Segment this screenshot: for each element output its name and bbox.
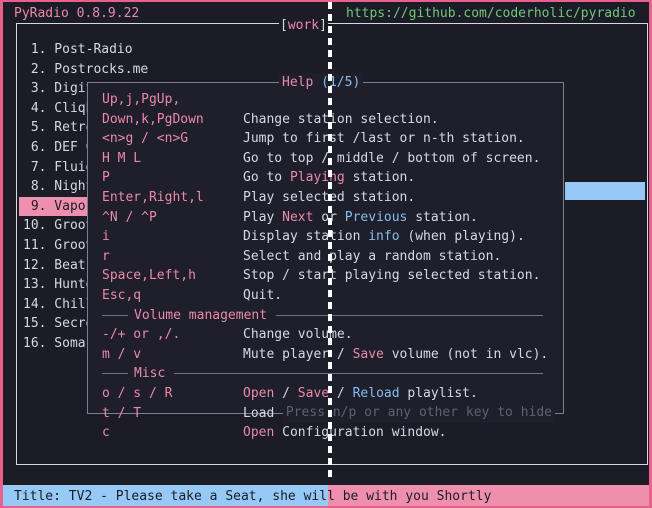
help-key: H M L xyxy=(102,150,142,166)
project-url: https://github.com/coderholic/pyradio xyxy=(346,6,636,21)
help-description: Jump to first /last or n-th station. xyxy=(243,131,525,147)
section-rule-right xyxy=(173,373,543,375)
station-row[interactable]: 2. Postrocks.me xyxy=(19,60,319,80)
help-key: o / s / R xyxy=(102,385,173,401)
help-description: Go to top / middle / bottom of screen. xyxy=(243,150,541,166)
help-key: ^N / ^P xyxy=(102,209,157,225)
help-description: Play Next or Previous station. xyxy=(243,209,478,225)
now-playing-title: Title: TV2 - Please take a Seat, she wil… xyxy=(14,489,492,504)
help-description: Quit. xyxy=(243,287,283,303)
terminal-screen: PyRadio 0.8.9.22 https://github.com/code… xyxy=(0,0,652,508)
help-key: c xyxy=(102,425,110,441)
help-key: -/+ or ,/. xyxy=(102,327,181,343)
section-rule-right xyxy=(276,314,543,316)
help-key: r xyxy=(102,248,110,264)
station-row[interactable]: 9. Vapor xyxy=(19,196,97,217)
help-description: Display station info (when playing). xyxy=(243,229,525,245)
help-key: P xyxy=(102,170,110,186)
help-key: <n>g / <n>G xyxy=(102,131,189,147)
help-description: Change station selection. xyxy=(243,111,439,127)
app-title: PyRadio 0.8.9.22 xyxy=(14,6,140,21)
help-window: Help (1/5) Up,j,PgUp, Down,k,PgDown Change… xyxy=(87,73,564,440)
help-window-title: Help (1/5) xyxy=(279,73,364,93)
help-description: Select and play a random station. xyxy=(243,248,502,264)
selected-row-highlight-strip xyxy=(565,182,645,200)
help-key: Up,j,PgUp, xyxy=(102,92,181,107)
help-key: Enter,Right,l xyxy=(102,189,204,205)
playlist-title: [work] xyxy=(279,16,328,36)
help-title-label: Help xyxy=(282,75,314,90)
help-description: Mute player / Save volume (not in vlc). xyxy=(243,346,549,362)
help-key: Esc,q xyxy=(102,287,142,303)
help-title-page: (1/5) xyxy=(321,75,361,90)
section-label: Volume management xyxy=(134,307,268,323)
status-bar: Title: TV2 - Please take a Seat, she wil… xyxy=(3,485,649,506)
section-rule-left xyxy=(102,373,128,375)
help-key: Space,Left,h xyxy=(102,268,196,284)
help-description: Stop / start playing selected station. xyxy=(243,268,541,284)
help-key: t / T xyxy=(102,405,142,421)
section-label: Misc xyxy=(134,366,166,382)
help-description: Change volume. xyxy=(243,327,353,343)
help-hint-text: Press n/p or any other key to hide xyxy=(282,403,555,423)
help-key: m / v xyxy=(102,346,142,362)
playlist-name: work xyxy=(287,18,320,33)
section-rule-left xyxy=(102,314,128,316)
help-description: Open Configuration window. xyxy=(243,425,447,441)
help-description: Open / Save / Reload playlist. xyxy=(243,385,478,401)
station-row[interactable]: 1. Post-Radio xyxy=(19,40,319,60)
help-key: Down,k,PgDown xyxy=(102,111,204,127)
bracket-open: [ xyxy=(280,18,288,33)
transparency-split-line xyxy=(328,2,332,480)
help-key: i xyxy=(102,229,110,245)
bracket-close: ] xyxy=(319,18,327,33)
